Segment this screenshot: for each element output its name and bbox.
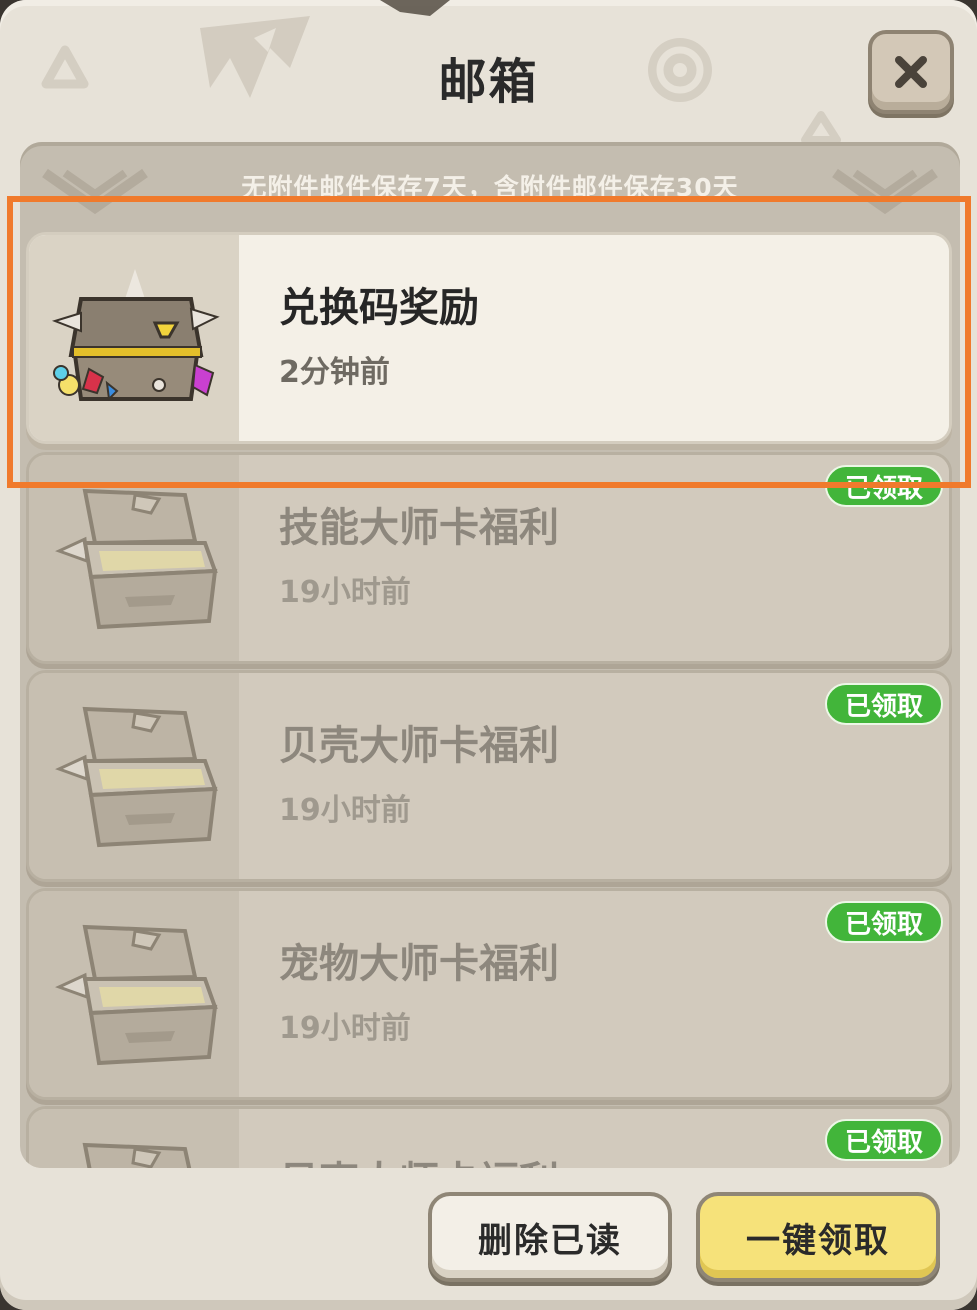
mail-item-shell-master-card[interactable]: 贝壳大师卡福利 19小时前 已领取	[26, 670, 952, 882]
mail-item-pet-master-card[interactable]: 宠物大师卡福利 19小时前 已领取	[26, 888, 952, 1100]
mail-time: 19小时前	[279, 793, 411, 828]
mail-title: 技能大师卡福利	[279, 505, 559, 551]
claim-all-button[interactable]: 一键领取	[696, 1192, 940, 1282]
mail-title: 贝壳大师卡福利	[279, 1149, 559, 1168]
mail-time: 19小时前	[279, 575, 411, 610]
claimed-badge: 已领取	[825, 1119, 943, 1161]
claimed-badge: 已领取	[825, 683, 943, 725]
mail-title: 宠物大师卡福利	[279, 941, 559, 987]
delete-read-button[interactable]: 删除已读	[428, 1192, 672, 1282]
mail-thumbnail	[29, 891, 239, 1097]
selection-highlight	[7, 196, 971, 488]
decor-triangle-icon	[801, 111, 841, 144]
mail-time: 19小时前	[279, 1011, 411, 1046]
mailbox-dialog: 邮箱 无附件邮件保存7天，含附件邮件保存30天 兑换码奖励 2分钟前 技能大师卡…	[0, 0, 977, 1310]
mail-thumbnail	[29, 673, 239, 879]
close-icon	[895, 56, 927, 88]
open-chest-icon	[55, 924, 218, 1066]
mail-item-shell-master-card-2[interactable]: 贝壳大师卡福利 已领取	[26, 1106, 952, 1168]
open-chest-icon	[55, 706, 218, 848]
claimed-badge: 已领取	[825, 901, 943, 943]
open-chest-icon	[55, 488, 218, 630]
close-button[interactable]	[868, 30, 954, 114]
page-title: 邮箱	[438, 54, 539, 110]
open-chest-icon	[82, 1142, 192, 1168]
decor-shard-icon	[380, 0, 450, 16]
mail-thumbnail	[29, 1109, 239, 1168]
mail-title: 贝壳大师卡福利	[279, 723, 559, 769]
